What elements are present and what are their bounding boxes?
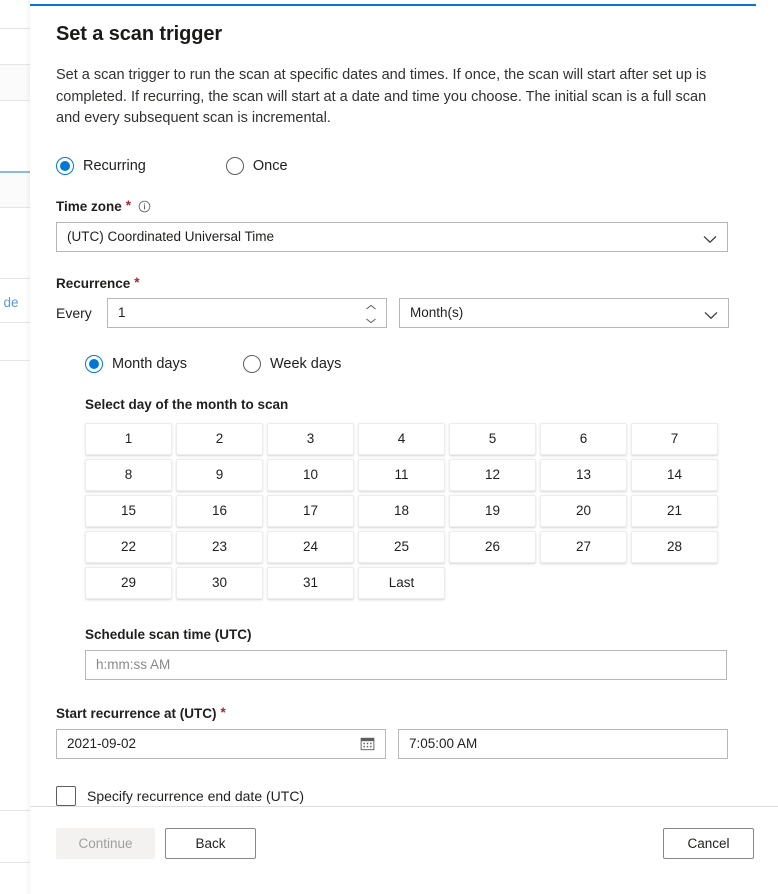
recurrence-field: Recurrence * Every 1 Month(s) Month days… (56, 276, 754, 373)
day-cell[interactable]: 12 (449, 458, 536, 491)
radio-once-label: Once (252, 157, 288, 174)
trigger-type-radio-group: Recurring Once (56, 130, 754, 175)
panel-footer: Continue Back Cancel (30, 806, 778, 894)
panel-body: Set a scan trigger Set a scan trigger to… (30, 6, 778, 806)
specify-end-date-checkbox-row[interactable]: Specify recurrence end date (UTC) (56, 785, 754, 806)
day-cell[interactable]: 9 (176, 458, 263, 491)
start-time-input[interactable]: 7:05:00 AM (398, 728, 728, 759)
day-cell[interactable]: 31 (267, 566, 354, 599)
radio-once-indicator (225, 156, 244, 175)
day-cell[interactable]: 5 (449, 422, 536, 455)
day-cell[interactable]: 10 (267, 458, 354, 491)
day-cell[interactable]: 27 (540, 530, 627, 563)
day-cell[interactable]: 11 (358, 458, 445, 491)
day-cell[interactable]: Last (358, 566, 445, 599)
start-recurrence-inputs: 2021-09-02 7:05:00 AM (56, 728, 754, 759)
radio-month-days[interactable]: Month days (85, 354, 187, 373)
time-zone-label: Time zone (56, 198, 122, 214)
schedule-scan-time-field: Schedule scan time (UTC) h:mm:ss AM (85, 627, 727, 680)
recurrence-label-row: Recurrence * (56, 276, 754, 291)
required-asterisk: * (134, 275, 140, 291)
scan-trigger-panel: Set a scan trigger Set a scan trigger to… (30, 0, 778, 894)
panel-description: Set a scan trigger to run the scan at sp… (56, 67, 707, 126)
day-of-month-picker: Select day of the month to scan 12345678… (85, 397, 754, 599)
day-cell[interactable]: 19 (449, 494, 536, 527)
specify-end-date-label: Specify recurrence end date (UTC) (87, 787, 305, 804)
day-picker-label: Select day of the month to scan (85, 396, 289, 412)
start-recurrence-field: Start recurrence at (UTC) * 2021-09-02 7… (56, 706, 754, 759)
radio-recurring-indicator (56, 156, 74, 175)
spinner-up-down-icon[interactable] (365, 304, 377, 324)
day-cell[interactable]: 20 (540, 494, 627, 527)
time-zone-value: (UTC) Coordinated Universal Time (67, 229, 275, 244)
radio-month-days-label: Month days (112, 355, 187, 372)
radio-week-days-label: Week days (269, 355, 342, 372)
day-cell[interactable]: 3 (267, 422, 354, 455)
day-cell[interactable]: 8 (85, 458, 172, 491)
day-cell[interactable]: 28 (631, 530, 718, 563)
chevron-down-icon (704, 308, 718, 320)
day-cell[interactable]: 23 (176, 530, 263, 563)
schedule-scan-time-label: Schedule scan time (UTC) (85, 626, 252, 642)
day-cell[interactable]: 30 (176, 566, 263, 599)
radio-once[interactable]: Once (225, 156, 288, 175)
required-asterisk: * (125, 198, 132, 214)
back-button[interactable]: Back (165, 828, 256, 859)
day-grid: 1 2 3 4 5 6 7 8 9 10 11 12 13 14 15 16 17 18 19 20 21 22 23 24 2… (85, 422, 718, 599)
time-zone-select[interactable]: (UTC) Coordinated Universal Time (56, 221, 728, 252)
radio-week-days[interactable]: Week days (242, 354, 342, 373)
start-recurrence-label: Start recurrence at (UTC) (56, 705, 217, 721)
calendar-icon[interactable] (360, 736, 375, 751)
day-cell[interactable]: 17 (267, 494, 354, 527)
required-asterisk: * (220, 705, 226, 721)
day-cell[interactable]: 25 (358, 530, 445, 563)
day-cell[interactable]: 26 (449, 530, 536, 563)
cancel-button[interactable]: Cancel (663, 828, 754, 859)
background-view-details-link[interactable]: w de (0, 295, 19, 310)
page-title: Set a scan trigger (56, 23, 223, 45)
background-page: w de (0, 0, 32, 894)
every-label: Every (56, 304, 92, 321)
start-recurrence-label-row: Start recurrence at (UTC) * (56, 706, 754, 721)
day-cell[interactable]: 24 (267, 530, 354, 563)
day-cell[interactable]: 29 (85, 566, 172, 599)
radio-recurring-label: Recurring (83, 157, 146, 174)
day-cell[interactable]: 7 (631, 422, 718, 455)
recurrence-unit-value: Month(s) (410, 305, 464, 320)
day-cell[interactable]: 15 (85, 494, 172, 527)
recurrence-label: Recurrence (56, 275, 131, 291)
start-time-value: 7:05:00 AM (409, 736, 478, 751)
recurrence-unit-select[interactable]: Month(s) (399, 297, 729, 328)
info-circle-icon[interactable] (138, 200, 151, 213)
recurrence-interval-row: Every 1 Month(s) (56, 297, 754, 328)
day-cell[interactable]: 13 (540, 458, 627, 491)
time-zone-field: Time zone * (UTC) Coordinated Universal … (56, 199, 754, 252)
day-cell[interactable]: 18 (358, 494, 445, 527)
radio-month-days-indicator (85, 354, 103, 373)
day-cell[interactable]: 22 (85, 530, 172, 563)
radio-week-days-indicator (242, 354, 261, 373)
day-cell[interactable]: 4 (358, 422, 445, 455)
chevron-down-icon (703, 232, 717, 244)
day-cell[interactable]: 14 (631, 458, 718, 491)
recurrence-mode-radio-group: Month days Week days (85, 354, 754, 373)
day-cell[interactable]: 1 (85, 422, 172, 455)
recurrence-interval-value: 1 (118, 305, 126, 320)
schedule-scan-time-placeholder: h:mm:ss AM (96, 657, 171, 672)
start-date-value: 2021-09-02 (67, 736, 137, 751)
start-date-input[interactable]: 2021-09-02 (56, 728, 386, 759)
continue-button[interactable]: Continue (56, 828, 155, 859)
radio-recurring[interactable]: Recurring (56, 156, 146, 175)
day-cell[interactable]: 16 (176, 494, 263, 527)
day-cell[interactable]: 21 (631, 494, 718, 527)
recurrence-interval-input[interactable]: 1 (107, 297, 387, 328)
time-zone-label-row: Time zone * (56, 199, 754, 214)
specify-end-date-checkbox[interactable] (56, 785, 76, 806)
day-cell[interactable]: 6 (540, 422, 627, 455)
day-cell[interactable]: 2 (176, 422, 263, 455)
schedule-scan-time-input[interactable]: h:mm:ss AM (85, 649, 727, 680)
